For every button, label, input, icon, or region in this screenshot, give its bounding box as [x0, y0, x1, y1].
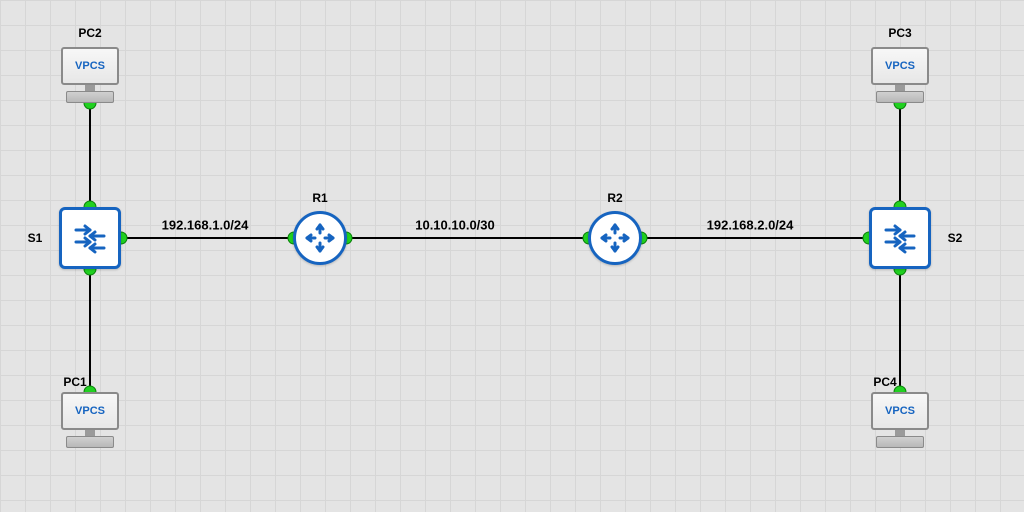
node-label-r2: R2: [607, 191, 622, 205]
node-pc1[interactable]: VPCS: [60, 392, 120, 448]
node-r1[interactable]: [293, 211, 347, 265]
switch-icon: [880, 218, 920, 258]
node-r2[interactable]: [588, 211, 642, 265]
link-label-r2-s2: 192.168.2.0/24: [707, 218, 794, 233]
vpcs-screen-text: VPCS: [885, 60, 915, 72]
node-label-r1: R1: [312, 191, 327, 205]
node-label-pc4: PC4: [873, 375, 896, 389]
switch-icon: [70, 218, 110, 258]
node-label-s2: S2: [948, 231, 963, 245]
node-label-pc2: PC2: [78, 26, 101, 40]
vpcs-monitor: VPCS: [871, 392, 929, 430]
node-pc2[interactable]: VPCS: [60, 47, 120, 103]
link-label-r1-r2: 10.10.10.0/30: [415, 218, 495, 233]
node-label-s1: S1: [28, 231, 43, 245]
vpcs-screen-text: VPCS: [75, 60, 105, 72]
router-icon: [303, 221, 337, 255]
node-s2[interactable]: [869, 207, 931, 269]
node-s1[interactable]: [59, 207, 121, 269]
node-label-pc3: PC3: [888, 26, 911, 40]
router-icon: [598, 221, 632, 255]
vpcs-monitor: VPCS: [61, 392, 119, 430]
vpcs-screen-text: VPCS: [885, 405, 915, 417]
vpcs-monitor: VPCS: [61, 47, 119, 85]
topology-canvas[interactable]: 192.168.1.0/24 10.10.10.0/30 192.168.2.0/2…: [0, 0, 1024, 512]
node-pc3[interactable]: VPCS: [870, 47, 930, 103]
vpcs-screen-text: VPCS: [75, 405, 105, 417]
node-label-pc1: PC1: [63, 375, 86, 389]
link-label-s1-r1: 192.168.1.0/24: [162, 218, 249, 233]
node-pc4[interactable]: VPCS: [870, 392, 930, 448]
vpcs-monitor: VPCS: [871, 47, 929, 85]
